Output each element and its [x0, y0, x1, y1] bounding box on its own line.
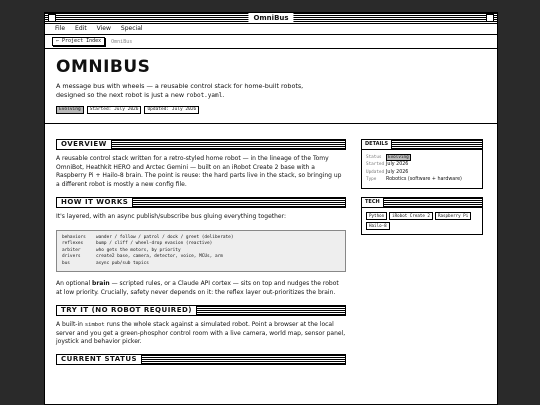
- menu-edit[interactable]: Edit: [75, 24, 87, 34]
- how-outro-pre: An optional: [56, 280, 93, 287]
- detail-value: July 2026: [386, 169, 409, 175]
- detail-row-type: Type Robotics (software + hardware): [366, 176, 478, 183]
- heading-stripes: [133, 196, 346, 208]
- try-text-code: simbot: [84, 322, 105, 329]
- status-heading: CURRENT STATUS: [56, 354, 346, 366]
- sidebar: DETAILS Status Evolving Started July 2026 …: [361, 139, 483, 243]
- try-text-pre: A built-in: [56, 321, 85, 329]
- tech-panel: TECH Python iRobot Create 2 Raspberry Pi…: [361, 196, 483, 235]
- heading-stripes: [196, 304, 346, 316]
- details-panel: DETAILS Status Evolving Started July 2026 …: [361, 139, 483, 189]
- detail-key: Started: [366, 162, 385, 168]
- how-heading-label: HOW IT WORKS: [56, 196, 134, 208]
- tech-panel-label: TECH: [362, 197, 384, 207]
- detail-row-started: Started July 2026: [366, 161, 478, 168]
- menu-view[interactable]: View: [97, 24, 111, 34]
- window-title: OmniBus: [248, 13, 294, 23]
- main-content: OVERVIEW A reusable control stack writte…: [56, 138, 346, 371]
- code-row: bus async pub/sub topics: [62, 261, 340, 267]
- menu-file[interactable]: File: [55, 24, 65, 34]
- how-intro: It's layered, with an async publish/subs…: [56, 213, 286, 221]
- close-box[interactable]: [48, 14, 56, 22]
- overview-heading: OVERVIEW: [56, 138, 346, 150]
- detail-row-updated: Updated July 2026: [366, 169, 478, 176]
- tech-tag: Hailo-8: [366, 221, 390, 230]
- tech-tag: Python: [366, 211, 388, 220]
- tech-tag: Raspberry Pi: [434, 211, 472, 220]
- overview-text: A reusable control stack written for a r…: [56, 155, 342, 188]
- hero: OMNIBUS A message bus with wheels — a re…: [45, 49, 497, 124]
- try-heading: TRY IT (NO ROBOT REQUIRED): [56, 304, 346, 316]
- how-outro: An optional brain — scripted rules, or a…: [56, 280, 346, 297]
- how-outro-bold: brain: [92, 280, 110, 287]
- heading-stripes: [142, 354, 346, 366]
- tagline: A message bus with wheels — a reusable c…: [56, 82, 326, 100]
- detail-value: Robotics (software + hardware): [386, 177, 462, 183]
- updated-chip: Updated: July 2026: [144, 106, 200, 114]
- detail-value: Evolving: [386, 154, 411, 161]
- try-heading-label: TRY IT (NO ROBOT REQUIRED): [56, 304, 197, 316]
- details-panel-body: Status Evolving Started July 2026 Updated J…: [362, 150, 482, 188]
- architecture-code-block: behaviors wander / follow / patrol / dock…: [56, 229, 346, 272]
- overview-heading-label: OVERVIEW: [56, 138, 112, 150]
- try-text: A built-in simbot runs the whole stack a…: [56, 321, 346, 347]
- tech-panel-header: TECH: [362, 197, 482, 208]
- detail-row-status: Status Evolving: [366, 154, 478, 161]
- status-heading-label: CURRENT STATUS: [56, 354, 143, 366]
- started-chip: Started: July 2026: [86, 106, 142, 114]
- zoom-box[interactable]: [486, 14, 494, 22]
- tagline-code: robot.yaml: [186, 92, 223, 99]
- app-window: OmniBus File Edit View Special ← Project…: [44, 12, 498, 405]
- tech-tag: iRobot Create 2: [389, 211, 433, 220]
- menu-special[interactable]: Special: [121, 24, 143, 34]
- tech-tags: Python iRobot Create 2 Raspberry Pi Hail…: [362, 208, 482, 234]
- detail-key: Updated: [366, 169, 385, 175]
- tagline-text-post: .: [222, 91, 225, 99]
- status-badge: Evolving: [386, 154, 411, 161]
- back-to-index-button[interactable]: ← Project Index: [52, 37, 106, 46]
- details-panel-label: DETAILS: [362, 140, 393, 149]
- panel-stripes: [392, 140, 482, 149]
- title-bar[interactable]: OmniBus: [45, 13, 497, 24]
- menu-bar: File Edit View Special: [45, 24, 497, 35]
- heading-stripes: [111, 138, 346, 150]
- details-panel-header: DETAILS: [362, 140, 482, 150]
- code-key: bus: [62, 260, 70, 266]
- breadcrumb: ← Project Index OmniBus: [45, 35, 497, 49]
- page-title: OMNIBUS: [56, 57, 151, 77]
- status-badge: Evolving: [56, 106, 84, 114]
- detail-key: Type: [366, 177, 377, 183]
- meta-row: Evolving Started: July 2026 Updated: Jul…: [56, 106, 486, 114]
- how-heading: HOW IT WORKS: [56, 196, 346, 208]
- tagline-text-pre: A message bus with wheels — a reusable c…: [56, 82, 304, 99]
- detail-value: July 2026: [386, 162, 409, 168]
- code-value: async pub/sub topics: [96, 260, 149, 266]
- detail-key: Status: [366, 155, 382, 160]
- panel-stripes: [383, 197, 482, 207]
- breadcrumb-current: OmniBus: [111, 38, 133, 45]
